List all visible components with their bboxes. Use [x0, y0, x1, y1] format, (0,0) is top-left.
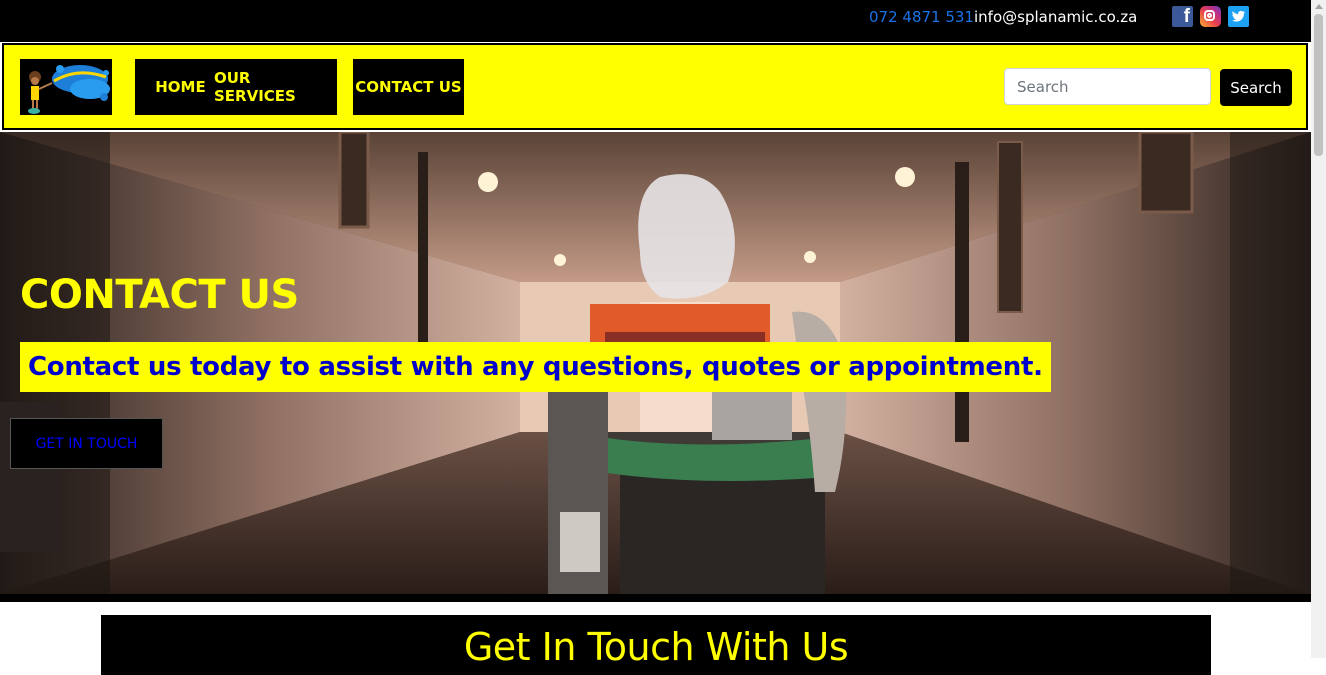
site-logo[interactable] — [20, 59, 112, 115]
main-navbar: HOME OUR SERVICES CONTACT US Search — [2, 43, 1308, 130]
email-link[interactable]: info@splanamic.co.za — [974, 8, 1137, 26]
get-in-touch-section: Get In Touch With Us — [101, 615, 1211, 675]
nav-home[interactable]: HOME — [135, 59, 226, 115]
phone-link[interactable]: 072 4871 531 — [869, 8, 974, 26]
hero-divider — [0, 594, 1311, 602]
facebook-icon[interactable]: f — [1172, 6, 1193, 27]
search-button[interactable]: Search — [1220, 69, 1292, 106]
scroll-thumb[interactable] — [1314, 14, 1323, 156]
twitter-icon[interactable] — [1228, 6, 1249, 27]
instagram-icon[interactable] — [1200, 6, 1221, 27]
section-heading: Get In Touch With Us — [463, 625, 849, 669]
scroll-up-icon[interactable] — [1315, 4, 1323, 9]
nav-contact-us[interactable]: CONTACT US — [353, 59, 464, 115]
hero-banner: CONTACT US Contact us today to assist wi… — [0, 132, 1311, 594]
hero-title: CONTACT US — [20, 272, 299, 318]
hero-subtitle: Contact us today to assist with any ques… — [20, 342, 1051, 392]
page-scrollbar[interactable] — [1311, 0, 1326, 658]
get-in-touch-button[interactable]: GET IN TOUCH — [10, 418, 163, 469]
nav-our-services[interactable]: OUR SERVICES — [214, 59, 337, 115]
search-input[interactable] — [1004, 68, 1211, 105]
top-bar: 072 4871 531 info@splanamic.co.za f — [0, 0, 1311, 42]
